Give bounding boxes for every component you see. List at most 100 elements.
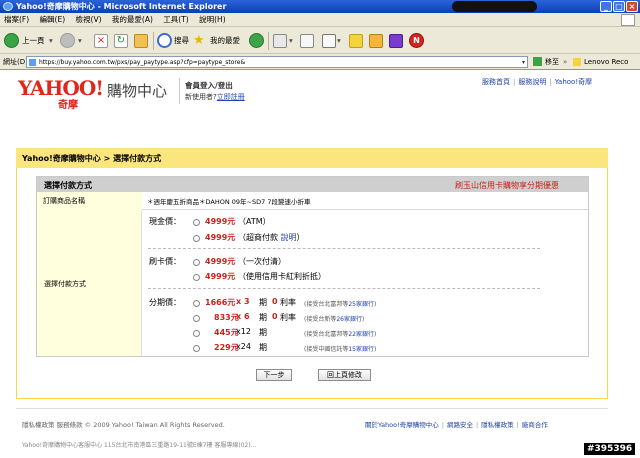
footer-copyright: 隱私權政策 服務條款 © 2009 Yahoo! Taiwan All Righ… [22, 421, 225, 429]
menu-help[interactable]: 說明(H) [199, 15, 226, 24]
minimize-button[interactable]: _ [600, 1, 612, 12]
cash-atm-price: 4999元 [205, 217, 236, 226]
radio-installment-12[interactable] [193, 330, 200, 337]
back-modify-button[interactable]: 回上頁修改 [318, 369, 371, 381]
home-icon[interactable] [134, 34, 148, 48]
card-full-price: 4999元 [205, 257, 236, 266]
installment-24-end: ) [373, 346, 377, 353]
cash-price-label: 現金價： [149, 217, 181, 226]
installment-6-banks-link[interactable]: 26家銀行 [336, 316, 362, 323]
installment-price-label: 分期價： [149, 298, 181, 307]
installment-6-end: ) [361, 316, 365, 323]
refresh-icon[interactable]: ↻ [114, 34, 128, 48]
service-help-link[interactable]: 服務說明 [518, 78, 546, 86]
radio-card-full[interactable] [193, 259, 200, 266]
radio-cash-store[interactable] [193, 235, 200, 242]
address-input[interactable]: https://buy.yahoo.com.tw/pxs/pay_paytype… [26, 56, 528, 68]
print-icon[interactable] [300, 34, 314, 48]
installment-12-banks: (接受台北富邦等22家銀行) [304, 329, 376, 338]
menu-view[interactable]: 檢視(V) [76, 15, 102, 24]
installment-6-banks: (接受台新等26家銀行) [304, 314, 364, 323]
research-icon[interactable] [389, 34, 403, 48]
installment-12-times: x12 [236, 327, 251, 336]
radio-installment-6[interactable] [193, 315, 200, 322]
stop-icon[interactable]: × [94, 34, 108, 48]
radio-card-bonus[interactable] [193, 274, 200, 281]
next-step-button[interactable]: 下一步 [256, 369, 292, 381]
star-icon[interactable]: ★ [193, 32, 205, 49]
forward-dropdown-icon[interactable]: ▾ [78, 32, 82, 49]
discuss-icon[interactable] [349, 34, 363, 48]
section-title: 選擇付款方式 [44, 181, 92, 190]
card-bonus-note: （使用信用卡紅利折抵） [238, 272, 326, 281]
installment-3-accept: (接受台北富邦等 [304, 301, 349, 308]
menu-edit[interactable]: 編輯(E) [40, 15, 66, 24]
search-button-label[interactable]: 搜尋 [174, 32, 189, 49]
windows-logo-icon [621, 14, 635, 26]
cash-store-note: （超商付款 說明） [238, 232, 305, 243]
messenger-icon[interactable] [369, 34, 383, 48]
search-icon[interactable] [157, 33, 172, 48]
close-button[interactable]: × [626, 1, 638, 12]
card-full-note: （一次付清） [238, 257, 286, 266]
radio-installment-3[interactable] [193, 300, 200, 307]
register-link[interactable]: 立即註冊 [217, 93, 245, 101]
installment-12-accept: (接受台北富邦等 [304, 331, 349, 338]
back-dropdown-icon[interactable]: ▾ [49, 32, 53, 49]
footer-about-link[interactable]: 關於Yahoo!奇摩購物中心 [365, 421, 439, 429]
toolbar-separator [153, 32, 154, 50]
address-bar: 網址(D) https://buy.yahoo.com.tw/pxs/pay_p… [0, 54, 640, 70]
mail-dropdown-icon[interactable]: ▾ [289, 32, 293, 49]
yahoo-kimo-logo: 奇摩 [58, 100, 78, 111]
yahoo-kimo-link[interactable]: Yahoo!奇摩 [555, 78, 592, 86]
new-user-text: 新使用者?立即註冊 [185, 92, 245, 102]
login-link[interactable]: 會員登入/登出 [185, 80, 233, 91]
forward-arrow-icon[interactable] [60, 33, 75, 48]
installment-24-accept: (接受中國信託等 [304, 346, 349, 353]
top-links: 服務首頁 | 服務說明 | Yahoo!奇摩 [482, 78, 593, 86]
history-icon[interactable] [249, 33, 264, 48]
mail-icon[interactable] [273, 34, 287, 48]
radio-cash-atm[interactable] [193, 219, 200, 226]
edit-dropdown-icon[interactable]: ▾ [337, 32, 341, 49]
installment-24-times: x24 [236, 342, 251, 351]
go-arrow-icon[interactable] [533, 57, 542, 66]
go-button[interactable]: 移至 [545, 54, 559, 70]
menu-favorites[interactable]: 我的最愛(A) [112, 15, 153, 24]
back-button-label[interactable]: 上一頁 [22, 32, 45, 49]
installment-3-rate: 利率 [280, 298, 296, 307]
edit-icon[interactable] [322, 34, 336, 48]
n-plugin-icon[interactable]: N [409, 33, 424, 48]
footer-partner-link[interactable]: 廠商合作 [522, 421, 548, 429]
favorites-button-label[interactable]: 我的最愛 [210, 32, 240, 49]
footer-divider [16, 408, 608, 409]
menu-file[interactable]: 檔案(F) [4, 15, 29, 24]
watermark: #395396 [584, 443, 636, 455]
installment-3-zero: 0 [272, 297, 278, 306]
menu-bar: 檔案(F) 編輯(E) 檢視(V) 我的最愛(A) 工具(T) 說明(H) [0, 13, 640, 27]
cash-store-note-text: （超商付款 [238, 233, 278, 242]
footer-security-link[interactable]: 網路安全 [447, 421, 473, 429]
address-dropdown-icon[interactable]: ▾ [522, 57, 525, 68]
store-help-link[interactable]: 說明 [281, 233, 297, 242]
menu-tools[interactable]: 工具(T) [163, 15, 188, 24]
maximize-button[interactable]: □ [613, 1, 625, 12]
radio-installment-24[interactable] [193, 345, 200, 352]
installment-24-banks-link[interactable]: 15家銀行 [348, 346, 374, 353]
installment-24-amount: 229元 [214, 343, 239, 352]
footer-address: Yahoo!奇摩購物中心客服中心 115台北市南港區三重路19-11號E棟7樓 … [22, 442, 257, 449]
footer-privacy-link[interactable]: 隱私權政策 [481, 421, 514, 429]
installment-3-period: 期 [259, 298, 267, 307]
back-arrow-icon[interactable] [4, 33, 19, 48]
links-chevron-icon[interactable]: » [563, 54, 567, 70]
installment-3-amount: 1666元 [205, 298, 236, 307]
promo-link[interactable]: 刷玉山信用卡購物享分期優惠 [455, 180, 559, 191]
service-home-link[interactable]: 服務首頁 [482, 78, 510, 86]
installment-3-banks-link[interactable]: 25家銀行 [348, 301, 374, 308]
installment-12-banks-link[interactable]: 22家銀行 [348, 331, 374, 338]
divider [148, 248, 540, 249]
breadcrumb: Yahoo!奇摩購物中心 > 選擇付款方式 [22, 154, 162, 163]
installment-12-end: ) [373, 331, 377, 338]
address-label: 網址(D) [3, 58, 28, 66]
links-lenovo[interactable]: Lenovo Reco [584, 54, 628, 70]
